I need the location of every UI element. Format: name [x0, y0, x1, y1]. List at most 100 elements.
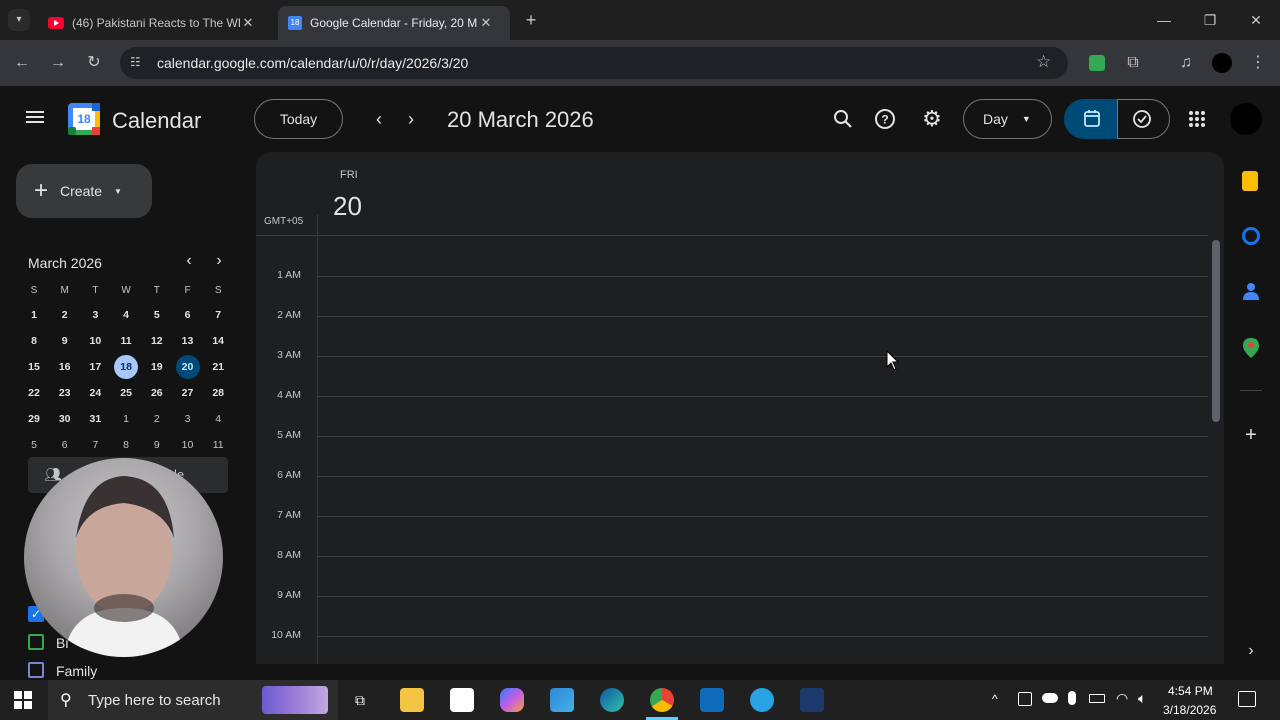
battery-icon[interactable] [1089, 694, 1105, 703]
browser-menu-icon[interactable]: ⋮ [1247, 52, 1269, 74]
close-tab-icon[interactable]: ✕ [240, 15, 256, 31]
today-button[interactable]: Today [254, 99, 343, 139]
keep-icon[interactable] [1242, 171, 1258, 191]
mini-calendar-day[interactable]: 18 [114, 355, 139, 379]
mini-calendar-day[interactable]: 8 [21, 329, 47, 353]
calendar-checkbox[interactable] [28, 662, 44, 678]
mini-calendar-day[interactable]: 28 [205, 381, 231, 405]
meet-icon[interactable] [1018, 692, 1032, 706]
system-tray-chevron-icon[interactable]: ^ [992, 692, 998, 706]
mini-calendar-day[interactable]: 15 [21, 355, 47, 379]
maps-icon[interactable] [1243, 338, 1259, 358]
mini-calendar-day[interactable]: 16 [52, 355, 78, 379]
settings-gear-icon[interactable]: ⚙ [920, 107, 944, 131]
telegram-icon[interactable] [750, 688, 774, 712]
forward-icon[interactable]: → [47, 52, 69, 74]
mini-calendar-day[interactable]: 2 [144, 407, 170, 431]
mini-calendar-day[interactable]: 7 [82, 433, 108, 457]
mini-calendar-day[interactable]: 20 [175, 355, 200, 379]
view-switcher-button[interactable]: Day ▼ [963, 99, 1052, 139]
calendar-logo[interactable]: 18 [68, 103, 100, 135]
mini-calendar-day[interactable]: 11 [113, 329, 139, 353]
mini-calendar-day[interactable]: 22 [21, 381, 47, 405]
mini-calendar-day[interactable]: 9 [52, 329, 78, 353]
mini-calendar-day[interactable]: 5 [21, 433, 47, 457]
mini-calendar-day[interactable]: 1 [21, 303, 47, 327]
clock-time[interactable]: 4:54 PM [1168, 684, 1213, 698]
start-windows-icon[interactable] [14, 691, 32, 709]
extensions-puzzle-icon[interactable]: ⧉ [1122, 52, 1144, 74]
mini-calendar-day[interactable]: 11 [205, 433, 231, 457]
mini-calendar-day[interactable]: 4 [113, 303, 139, 327]
microphone-icon[interactable] [1068, 691, 1076, 705]
onedrive-icon[interactable] [1042, 693, 1058, 703]
scrollbar[interactable] [1212, 240, 1220, 422]
microsoft-store-icon[interactable] [550, 688, 574, 712]
mini-calendar-day[interactable]: 6 [52, 433, 78, 457]
mini-calendar-day[interactable]: 23 [52, 381, 78, 405]
close-tab-icon[interactable]: ✕ [478, 15, 494, 31]
search-icon[interactable] [832, 108, 854, 130]
mini-calendar-day[interactable]: 7 [205, 303, 231, 327]
back-icon[interactable]: ← [11, 52, 33, 74]
mini-calendar-day[interactable]: 27 [175, 381, 201, 405]
create-button[interactable]: + Create ▼ [16, 164, 152, 218]
tab-youtube[interactable]: (46) Pakistani Reacts to The WE ✕ [40, 6, 272, 40]
outlook-icon[interactable] [700, 688, 724, 712]
mini-calendar-day[interactable]: 26 [144, 381, 170, 405]
mini-calendar-day[interactable]: 31 [82, 407, 108, 431]
restore-button[interactable]: ❐ [1200, 10, 1220, 30]
copilot-icon[interactable] [500, 688, 524, 712]
site-info-icon[interactable]: ☷ [130, 55, 146, 71]
mini-calendar-next-icon[interactable]: › [210, 252, 228, 272]
day-number[interactable]: 20 [333, 191, 362, 222]
mini-calendar-day[interactable]: 5 [144, 303, 170, 327]
apps-grid-icon[interactable] [1188, 110, 1206, 128]
mini-calendar-day[interactable]: 19 [144, 355, 170, 379]
calendar-view-toggle[interactable] [1064, 99, 1117, 139]
volume-icon[interactable]: 🔈︎ [1138, 690, 1146, 707]
task-view-icon[interactable]: ⧉ [350, 690, 370, 710]
extension-icon[interactable] [1086, 52, 1108, 74]
add-addon-icon[interactable]: + [1242, 424, 1260, 446]
help-icon[interactable]: ? [874, 108, 896, 130]
mini-calendar-day[interactable]: 25 [113, 381, 139, 405]
new-tab-button[interactable]: + [520, 9, 542, 31]
account-avatar[interactable] [1230, 103, 1262, 135]
close-window-button[interactable]: ✕ [1246, 10, 1266, 30]
edge-icon[interactable] [600, 688, 624, 712]
profile-avatar[interactable] [1211, 52, 1233, 74]
file-explorer-icon[interactable] [400, 688, 424, 712]
mini-calendar-day[interactable]: 10 [175, 433, 201, 457]
mini-calendar-prev-icon[interactable]: ‹ [180, 252, 198, 272]
mini-calendar-day[interactable]: 1 [113, 407, 139, 431]
clock-date[interactable]: 3/18/2026 [1163, 703, 1216, 717]
bookmark-star-icon[interactable]: ☆ [1036, 52, 1051, 72]
taskbar-search-box[interactable]: ⚲ Type here to search [48, 680, 338, 720]
tab-google-calendar[interactable]: 18 Google Calendar - Friday, 20 M ✕ [278, 6, 510, 40]
mini-calendar-day[interactable]: 2 [52, 303, 78, 327]
mini-calendar-day[interactable]: 8 [113, 433, 139, 457]
address-bar[interactable]: ☷ calendar.google.com/calendar/u/0/r/day… [120, 47, 1068, 79]
expand-panel-icon[interactable]: › [1242, 642, 1260, 664]
mini-calendar-day[interactable]: 12 [144, 329, 170, 353]
mini-calendar-day[interactable]: 17 [82, 355, 108, 379]
chrome-icon[interactable] [650, 688, 674, 712]
mini-calendar-day[interactable]: 13 [175, 329, 201, 353]
tasks-view-toggle[interactable] [1117, 99, 1170, 139]
mini-calendar-day[interactable]: 30 [52, 407, 78, 431]
mini-calendar-day[interactable]: 24 [82, 381, 108, 405]
minimize-button[interactable]: — [1154, 10, 1174, 30]
calendar-checkbox[interactable] [28, 634, 44, 650]
mini-calendar-day[interactable]: 4 [205, 407, 231, 431]
wifi-icon[interactable]: ◠ [1116, 690, 1128, 707]
next-day-icon[interactable]: › [400, 108, 422, 130]
mini-calendar-day[interactable]: 29 [21, 407, 47, 431]
mini-calendar-day[interactable]: 14 [205, 329, 231, 353]
app-icon[interactable] [800, 688, 824, 712]
tasks-icon[interactable] [1242, 227, 1260, 245]
contacts-icon[interactable] [1243, 282, 1259, 300]
mini-calendar-day[interactable]: 10 [82, 329, 108, 353]
reload-icon[interactable]: ↻ [83, 52, 105, 74]
media-control-icon[interactable]: ♫ [1175, 52, 1197, 74]
